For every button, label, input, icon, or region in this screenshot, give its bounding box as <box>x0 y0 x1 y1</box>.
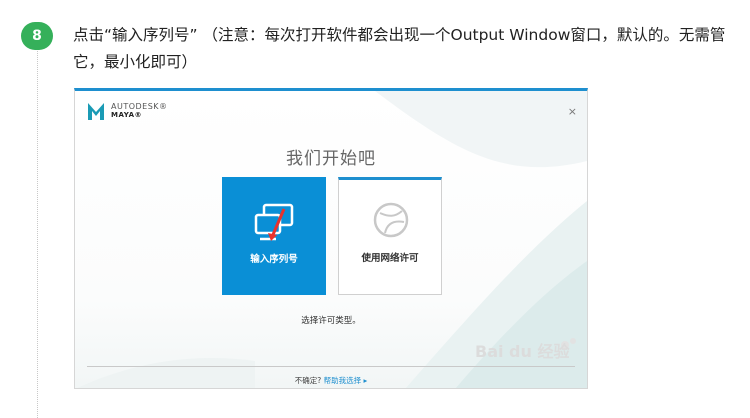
footer-question: 不确定? <box>294 376 322 385</box>
brand-company-name: AUTODESK® <box>111 102 168 111</box>
step-timeline-rail <box>37 46 38 418</box>
step-number-badge: 8 <box>21 22 53 50</box>
maya-logo-icon <box>88 103 104 120</box>
help-me-choose-link[interactable]: 帮助我选择 ▸ <box>324 376 368 385</box>
welcome-title: 我们开始吧 <box>286 149 376 169</box>
license-type-hint: 选择许可类型。 <box>301 316 361 326</box>
use-network-license-label: 使用网络许可 <box>361 253 419 264</box>
serial-number-icon <box>254 203 294 241</box>
autodesk-maya-brand: AUTODESK® MAYA® <box>87 101 168 121</box>
close-button[interactable]: × <box>568 106 577 117</box>
brand-product-name: MAYA® <box>111 111 143 119</box>
maya-license-screenshot: AUTODESK® MAYA® × 我们开始吧 输入序列号 使用网络许可 选择许… <box>74 88 588 389</box>
step-instruction-text: 点击“输入序列号” （注意：每次打开软件都会出现一个Output Window窗… <box>73 26 726 71</box>
network-license-icon <box>373 202 409 238</box>
footer-divider <box>87 366 575 367</box>
svg-text:Bai du 经验: Bai du 经验 <box>475 342 570 361</box>
footer-help: 不确定? 帮助我选择 ▸ <box>75 375 587 386</box>
baidu-jingyan-watermark: Bai du 经验 <box>475 338 576 361</box>
enter-serial-number-label: 输入序列号 <box>250 254 298 265</box>
use-network-license-tile[interactable]: 使用网络许可 <box>338 177 442 295</box>
enter-serial-number-tile[interactable]: 输入序列号 <box>222 177 326 295</box>
